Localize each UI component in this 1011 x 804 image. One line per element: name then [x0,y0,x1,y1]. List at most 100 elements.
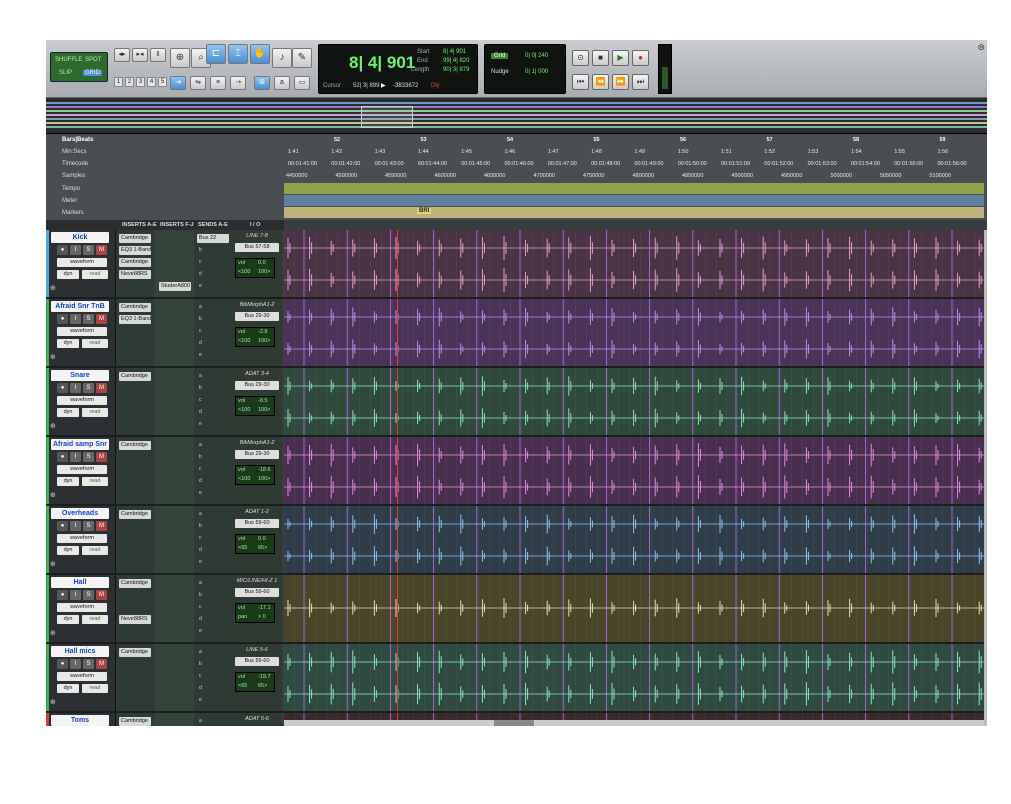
output-selector[interactable]: Bus 59-60 [235,519,279,528]
input-selector[interactable]: MIC/LINE/HI-Z 1 [235,577,279,586]
mute-button[interactable]: M [96,590,107,600]
input-monitor-button[interactable]: I [70,245,81,255]
insert-slot[interactable] [159,591,191,600]
scrubber-tool-icon[interactable]: ♪ [272,48,292,68]
output-selector[interactable]: Bus 59-60 [235,588,279,597]
insert-slot[interactable] [159,384,191,393]
input-selector[interactable]: BlkMorphA1-2 [235,301,279,310]
grid-value[interactable]: 0| 0| 240 [525,53,548,59]
insert-slot[interactable]: StuderA800 [159,282,191,291]
track-view-selector[interactable]: waveform [57,327,107,336]
insert-slot[interactable] [159,672,191,681]
insertion-follows-icon[interactable]: ⇢ [230,76,246,90]
volume-pan-display[interactable]: vol -18.6 <100 100> [235,465,275,485]
insert-slot[interactable] [119,453,151,462]
send-slot[interactable]: c [197,396,229,405]
insert-slot[interactable] [119,522,151,531]
nudge-label[interactable]: Nudge [491,69,509,75]
solo-button[interactable]: S [83,383,94,393]
track-name[interactable]: Kick [51,232,109,243]
insert-slot[interactable] [119,408,151,417]
insert-slot[interactable] [119,546,151,555]
insert-slot[interactable] [159,351,191,360]
insert-slot[interactable] [159,510,191,519]
go-to-end-icon[interactable]: ⏭ [632,74,649,90]
insert-slot[interactable] [119,489,151,498]
insert-slot[interactable] [159,270,191,279]
insert-slot[interactable]: Cambridge [119,510,151,519]
track-view-selector[interactable]: waveform [57,534,107,543]
send-slot[interactable]: b [197,660,229,669]
send-slot[interactable]: c [197,672,229,681]
online-icon[interactable]: ⊙ [572,50,589,66]
output-selector[interactable]: Bus 59-60 [235,657,279,666]
markers-ruler[interactable]: Markers BRI [46,207,987,219]
track-options-icon[interactable]: ⊕ [50,698,56,706]
insert-slot[interactable]: Cambridge [119,648,151,657]
main-counter-value[interactable]: 8| 4| 901 [349,53,415,73]
marker-bri[interactable]: BRI [417,208,432,214]
automation-mode-selector[interactable]: read [82,615,108,624]
insert-slot[interactable] [159,246,191,255]
volume-pan-display[interactable]: vol -17.1 pan > 0 [235,603,275,623]
send-slot[interactable]: e [197,696,229,705]
input-selector[interactable]: LINE 5-6 [235,646,279,655]
track-name[interactable]: Hall mics [51,646,109,657]
insert-slot[interactable] [159,522,191,531]
input-selector[interactable]: ADAT 1-2 [235,508,279,517]
mute-button[interactable]: M [96,452,107,462]
send-slot[interactable]: a [197,372,229,381]
record-enable-button[interactable]: ● [57,383,68,393]
grabber-tool-icon[interactable]: ✋ [250,44,270,64]
input-selector[interactable]: ADAT 3-4 [235,370,279,379]
send-slot[interactable]: c [197,603,229,612]
insert-slot[interactable] [119,534,151,543]
insert-slot[interactable] [159,420,191,429]
insert-slot[interactable] [159,453,191,462]
output-selector[interactable]: Bus 57-58 [235,243,279,252]
solo-button[interactable]: S [83,521,94,531]
grid-label[interactable]: Grid [491,53,509,59]
insert-slot[interactable] [119,672,151,681]
insert-slot[interactable]: Cambridge [119,258,151,267]
markers-lane[interactable]: BRI [284,207,984,218]
insert-slot[interactable]: Cambridge [119,717,151,726]
send-slot[interactable]: d [197,408,229,417]
insert-slot[interactable] [159,627,191,636]
send-slot[interactable]: b [197,315,229,324]
insert-slot[interactable] [119,282,151,291]
insert-slot[interactable] [159,717,191,726]
insert-slot[interactable] [159,696,191,705]
track-options-icon[interactable]: ⊕ [50,353,56,361]
dyn-selector[interactable]: dyn [57,615,79,624]
zoom-preset-5[interactable]: 5 [158,77,167,87]
insert-slot[interactable] [159,408,191,417]
insert-slot[interactable]: EQ3 1-Band [119,246,151,255]
insert-slot[interactable] [159,558,191,567]
automation-mode-selector[interactable]: read [82,408,108,417]
track-name[interactable]: Afraid samp Snr [51,439,109,450]
automation-mode-selector[interactable]: read [82,477,108,486]
input-monitor-button[interactable]: I [70,452,81,462]
output-selector[interactable]: Bus 29-30 [235,312,279,321]
dyn-selector[interactable]: dyn [57,270,79,279]
insert-slot[interactable] [119,396,151,405]
meter-ruler[interactable]: Meter [46,195,987,207]
send-slot[interactable]: b [197,522,229,531]
dyn-selector[interactable]: dyn [57,684,79,693]
insert-slot[interactable]: Cambridge [119,579,151,588]
samples-ruler[interactable]: Samples 4450000 4500000 4550000 4600000 4650… [46,170,987,182]
meter-lane[interactable] [284,195,984,206]
send-slot[interactable]: d [197,615,229,624]
solo-button[interactable]: S [83,659,94,669]
record-enable-button[interactable]: ● [57,521,68,531]
mute-button[interactable]: M [96,521,107,531]
insert-slot[interactable] [159,234,191,243]
input-monitor-button[interactable]: I [70,659,81,669]
track-name[interactable]: Toms [51,715,109,726]
send-slot[interactable]: d [197,270,229,279]
end-value[interactable]: 99| 4| 820 [443,58,469,64]
play-button-icon[interactable]: ▶ [612,50,629,66]
track-options-icon[interactable]: ⊕ [50,491,56,499]
grid-mode-button[interactable]: GRID [83,70,102,76]
